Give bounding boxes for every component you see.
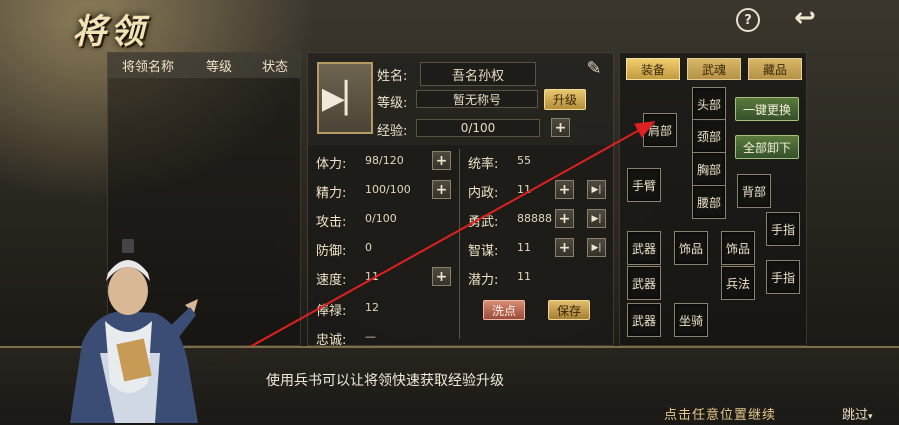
dialog-text: 使用兵书可以让将领快速获取经验升级 [266,373,504,389]
exp-value: 0/100 [416,119,540,137]
stat-salary: 俸禄: 12 [316,301,379,319]
slot-ornament-2[interactable]: 饰品 [721,231,755,265]
tap-to-continue[interactable]: 点击任意位置继续 [664,404,776,423]
slot-weapon-3[interactable]: 武器 [627,303,661,337]
stat-energy: 精力: 100/100 [316,183,411,201]
energy-plus-button[interactable]: + [432,180,451,199]
slot-neck[interactable]: 颈部 [692,119,726,153]
stat-attack: 攻击: 0/100 [316,212,397,230]
strategy-max-button[interactable]: ▶| [587,238,606,257]
level-label: 等级: [377,96,408,111]
upgrade-button[interactable]: 升级 [544,89,586,110]
strategy-plus-button[interactable]: + [555,238,574,257]
slot-head[interactable]: 头部 [692,87,726,121]
general-list-header: 将领名称 等级 状态 [108,53,300,78]
play-skip-icon: ▶▏ [321,80,369,116]
name-label: 姓名: [377,69,408,84]
slot-finger-1[interactable]: 手指 [766,212,800,246]
equipment-panel: 装备 武魂 藏品 肩部 头部 颈部 胸部 腰部 手臂 背部 手指 手指 武器 武… [619,52,807,346]
stat-politics: 内政: 11 [468,183,531,201]
slot-art-of-war[interactable]: 兵法 [721,266,755,300]
slot-chest[interactable]: 胸部 [692,152,726,186]
unequip-all-button[interactable]: 全部卸下 [735,135,799,159]
tab-equipment[interactable]: 装备 [626,58,680,80]
stat-command: 统率: 55 [468,154,531,172]
stat-defense: 防御: 0 [316,241,372,259]
wash-points-button[interactable]: 洗点 [483,300,525,320]
stat-stamina: 体力: 98/120 [316,154,404,172]
skip-button[interactable]: 跳过▾ [842,404,873,423]
skip-label: 跳过 [842,408,869,423]
exp-label: 经验: [377,124,408,139]
valor-max-button[interactable]: ▶| [587,209,606,228]
slot-weapon-2[interactable]: 武器 [627,266,661,300]
general-portrait[interactable]: ▶▏ [317,62,373,134]
slot-ornament-1[interactable]: 饰品 [674,231,708,265]
slot-finger-2[interactable]: 手指 [766,260,800,294]
slot-shoulder[interactable]: 肩部 [643,113,677,147]
stats-divider [459,149,460,339]
advisor-character [70,239,198,423]
politics-plus-button[interactable]: + [555,180,574,199]
one-click-replace-button[interactable]: 一键更换 [735,97,799,121]
politics-max-button[interactable]: ▶| [587,180,606,199]
slot-back[interactable]: 背部 [737,174,771,208]
valor-plus-button[interactable]: + [555,209,574,228]
stat-strategy: 智谋: 11 [468,241,531,259]
stat-speed: 速度: 11 [316,270,379,288]
back-icon[interactable]: ↩ [790,3,820,33]
edit-brush-icon[interactable]: ✎ [583,57,605,79]
slot-waist[interactable]: 腰部 [692,185,726,219]
col-level: 等级 [205,60,232,75]
chevron-down-icon: ▾ [868,412,873,422]
speed-plus-button[interactable]: + [432,267,451,286]
page-title: 将领 [72,12,148,52]
help-icon[interactable]: ? [736,8,760,32]
col-status: 状态 [261,60,288,75]
stat-valor: 勇武: 88888 [468,212,552,230]
save-button[interactable]: 保存 [548,300,590,320]
slot-arm[interactable]: 手臂 [627,168,661,202]
col-general-name: 将领名称 [121,60,174,75]
tab-collection[interactable]: 藏品 [748,58,802,80]
level-title-value: 暂无称号 [416,90,538,108]
stat-potential: 潜力: 11 [468,270,531,288]
slot-mount[interactable]: 坐骑 [674,303,708,337]
slot-weapon-1[interactable]: 武器 [627,231,661,265]
exp-plus-button[interactable]: + [551,118,570,137]
general-info-panel: ▶▏ ✎ 姓名: 吾名孙权 等级: 暂无称号 升级 经验: 0/100 + 体力… [307,52,614,348]
name-field[interactable]: 吾名孙权 [420,62,536,86]
stamina-plus-button[interactable]: + [432,151,451,170]
tab-soul[interactable]: 武魂 [687,58,741,80]
